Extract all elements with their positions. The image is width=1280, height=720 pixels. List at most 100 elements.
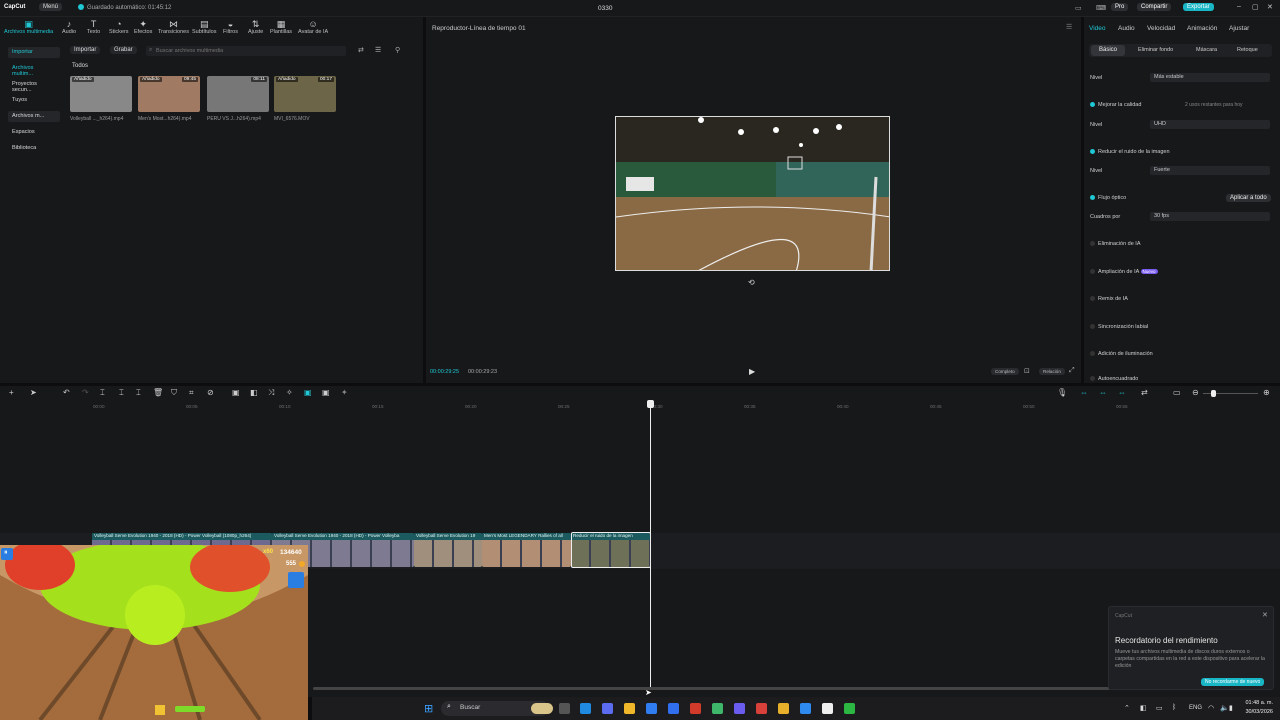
menu-button[interactable]: Menú — [39, 3, 63, 11]
sidebar-item-media[interactable]: Archivos multim... — [8, 63, 60, 77]
maximize-icon[interactable]: ▢ — [1252, 3, 1259, 11]
playhead[interactable] — [650, 402, 651, 688]
toolbar-media[interactable]: ▣ Archivos multimedia — [4, 19, 53, 35]
zoom-out-icon[interactable]: ⊖ — [1192, 388, 1199, 397]
record-button[interactable]: Grabar — [110, 46, 137, 54]
copilot-icon[interactable] — [602, 703, 613, 714]
toolbar-stickers[interactable]: ◔ Stickers — [109, 19, 129, 35]
selected-clip-outline[interactable] — [571, 532, 651, 568]
stabilize-select[interactable]: Más estable — [1150, 73, 1270, 82]
edge-icon[interactable] — [580, 703, 591, 714]
more-icon[interactable]: ✦ — [341, 388, 348, 397]
split-icon[interactable]: ⌶ — [100, 388, 105, 398]
noise-row[interactable]: Reducir el ruido de la imagen — [1090, 149, 1170, 155]
toolbar-subtitles[interactable]: ▤ Subtítulos — [192, 19, 216, 35]
subtab-remove-bg[interactable]: Eliminar fondo — [1138, 47, 1173, 53]
subtab-mask[interactable]: Máscara — [1196, 47, 1217, 53]
close-icon[interactable]: ✕ — [1262, 611, 1268, 619]
auto-reframe-row[interactable]: Autoencuadrado — [1090, 376, 1138, 382]
notes-icon[interactable] — [800, 703, 811, 714]
playhead-handle[interactable] — [647, 400, 654, 408]
mirror-icon[interactable]: ◧ — [250, 388, 258, 397]
rotate-icon[interactable]: ⟲ — [748, 278, 755, 287]
ratio-button[interactable]: Relación — [1039, 368, 1065, 375]
tray-app-icon[interactable]: ◧ — [1140, 704, 1147, 712]
fps-select[interactable]: 30 fps — [1150, 212, 1270, 221]
play-icon[interactable]: ▶ — [749, 367, 755, 376]
speed-icon[interactable]: ⊘ — [207, 388, 214, 397]
search-input[interactable] — [156, 47, 336, 55]
toolbar-adjust[interactable]: ⇅ Ajuste — [248, 19, 263, 35]
clock-time[interactable]: 01:48 a. m. — [1239, 700, 1273, 706]
crop-icon[interactable]: ⌗ — [189, 388, 194, 398]
quality-select[interactable]: UHD — [1150, 120, 1270, 129]
minimize-icon[interactable]: – — [1237, 3, 1241, 10]
reverse-icon[interactable]: ⤨ — [268, 388, 274, 398]
app-icon[interactable] — [712, 703, 723, 714]
clock-date[interactable]: 30/03/2026 — [1239, 709, 1273, 715]
language-indicator[interactable]: ENG — [1189, 705, 1202, 711]
checkbox-icon[interactable] — [1090, 376, 1095, 382]
toolbar-filters[interactable]: ◒ Filtros — [223, 19, 238, 35]
tab-speed[interactable]: Velocidad — [1147, 25, 1175, 32]
extra-icon[interactable]: ▣ — [322, 388, 330, 397]
add-icon[interactable]: + — [9, 388, 14, 397]
tab-animation[interactable]: Animación — [1187, 25, 1217, 32]
fullscreen-ratio-button[interactable]: Completo — [991, 368, 1019, 375]
layout-icon[interactable]: ▭ — [1075, 4, 1082, 12]
delete-icon[interactable]: 🗑 — [153, 388, 163, 397]
sidebar-item-subprojects[interactable]: Proyectos secun... — [8, 79, 60, 93]
chrome-dev-icon[interactable] — [756, 703, 767, 714]
zoom-handle[interactable] — [1211, 390, 1216, 397]
checkbox-icon[interactable] — [1090, 351, 1095, 357]
apply-all-button[interactable]: Aplicar a todo — [1226, 194, 1271, 202]
keyboard-icon[interactable]: ⌨ — [1096, 4, 1106, 12]
filter-icon[interactable]: ⚲ — [395, 46, 400, 54]
tray-bluetooth-icon[interactable]: ᛒ — [1172, 704, 1176, 711]
split-left-icon[interactable]: ⌶ — [119, 388, 124, 398]
tab-audio[interactable]: Audio — [1118, 25, 1135, 32]
tray-monitor-icon[interactable]: ▭ — [1156, 704, 1163, 712]
sidebar-item-library[interactable]: Biblioteca — [8, 143, 60, 154]
volume-icon[interactable]: 🔈 — [1220, 704, 1229, 712]
checkbox-icon[interactable] — [1090, 102, 1095, 108]
noise-select[interactable]: Fuerte — [1150, 166, 1270, 175]
ai-upscale-row[interactable]: Ampliación de IA Nuevo — [1090, 269, 1158, 275]
freeze-icon[interactable]: ▣ — [232, 388, 240, 397]
weather-icon[interactable] — [531, 703, 553, 714]
store-icon[interactable] — [646, 703, 657, 714]
subtab-retouch[interactable]: Retoque — [1237, 47, 1258, 53]
view-icon[interactable]: ⇄ — [358, 46, 364, 54]
close-icon[interactable]: ✕ — [1267, 3, 1273, 11]
search-box[interactable]: ⌕ — [146, 46, 346, 56]
checkbox-icon[interactable] — [1090, 149, 1095, 155]
export-button[interactable]: Exportar — [1183, 3, 1214, 11]
undo-icon[interactable]: ↶ — [63, 388, 70, 397]
filter-all[interactable]: Todos — [72, 63, 88, 69]
windows-start-icon[interactable]: ⊞ — [424, 702, 433, 715]
timeline-scrollbar[interactable] — [313, 687, 1110, 690]
ai-remix-row[interactable]: Remix de IA — [1090, 296, 1128, 302]
lighting-row[interactable]: Adición de iluminación — [1090, 351, 1153, 357]
toolbar-ai-avatar[interactable]: ☺ Avatar de IA — [298, 19, 328, 35]
checkbox-icon[interactable] — [1090, 269, 1095, 275]
media-thumbnail[interactable]: Añadido — [70, 76, 132, 112]
task-view-icon[interactable] — [559, 703, 570, 714]
tray-chevron-icon[interactable]: ⌃ — [1124, 704, 1130, 712]
media-thumbnail[interactable]: Añadido 00:17 — [274, 76, 336, 112]
snapshot-icon[interactable]: ⊡ — [1024, 367, 1030, 375]
file-explorer-icon[interactable] — [624, 703, 635, 714]
preview-axis-icon[interactable]: ⇔ — [1118, 388, 1126, 397]
dont-remind-button[interactable]: No recordarme de nuevo — [1201, 678, 1265, 686]
wifi-icon[interactable]: ◠ — [1208, 704, 1214, 712]
media-thumbnail[interactable]: Añadido 09:45 — [138, 76, 200, 112]
ai-removal-row[interactable]: Eliminación de IA — [1090, 241, 1141, 247]
checkbox-icon[interactable] — [1090, 324, 1095, 330]
checkbox-icon[interactable] — [1090, 241, 1095, 247]
audio-link-icon[interactable]: ⇄ — [1141, 388, 1148, 397]
split-right-icon[interactable]: ⌶ — [136, 388, 141, 398]
video-preview[interactable] — [615, 116, 890, 271]
sidebar-item-import[interactable]: Importar — [8, 47, 60, 58]
tab-adjust[interactable]: Ajustar — [1229, 25, 1249, 32]
sidebar-item-yours[interactable]: Tuyos — [8, 95, 60, 106]
